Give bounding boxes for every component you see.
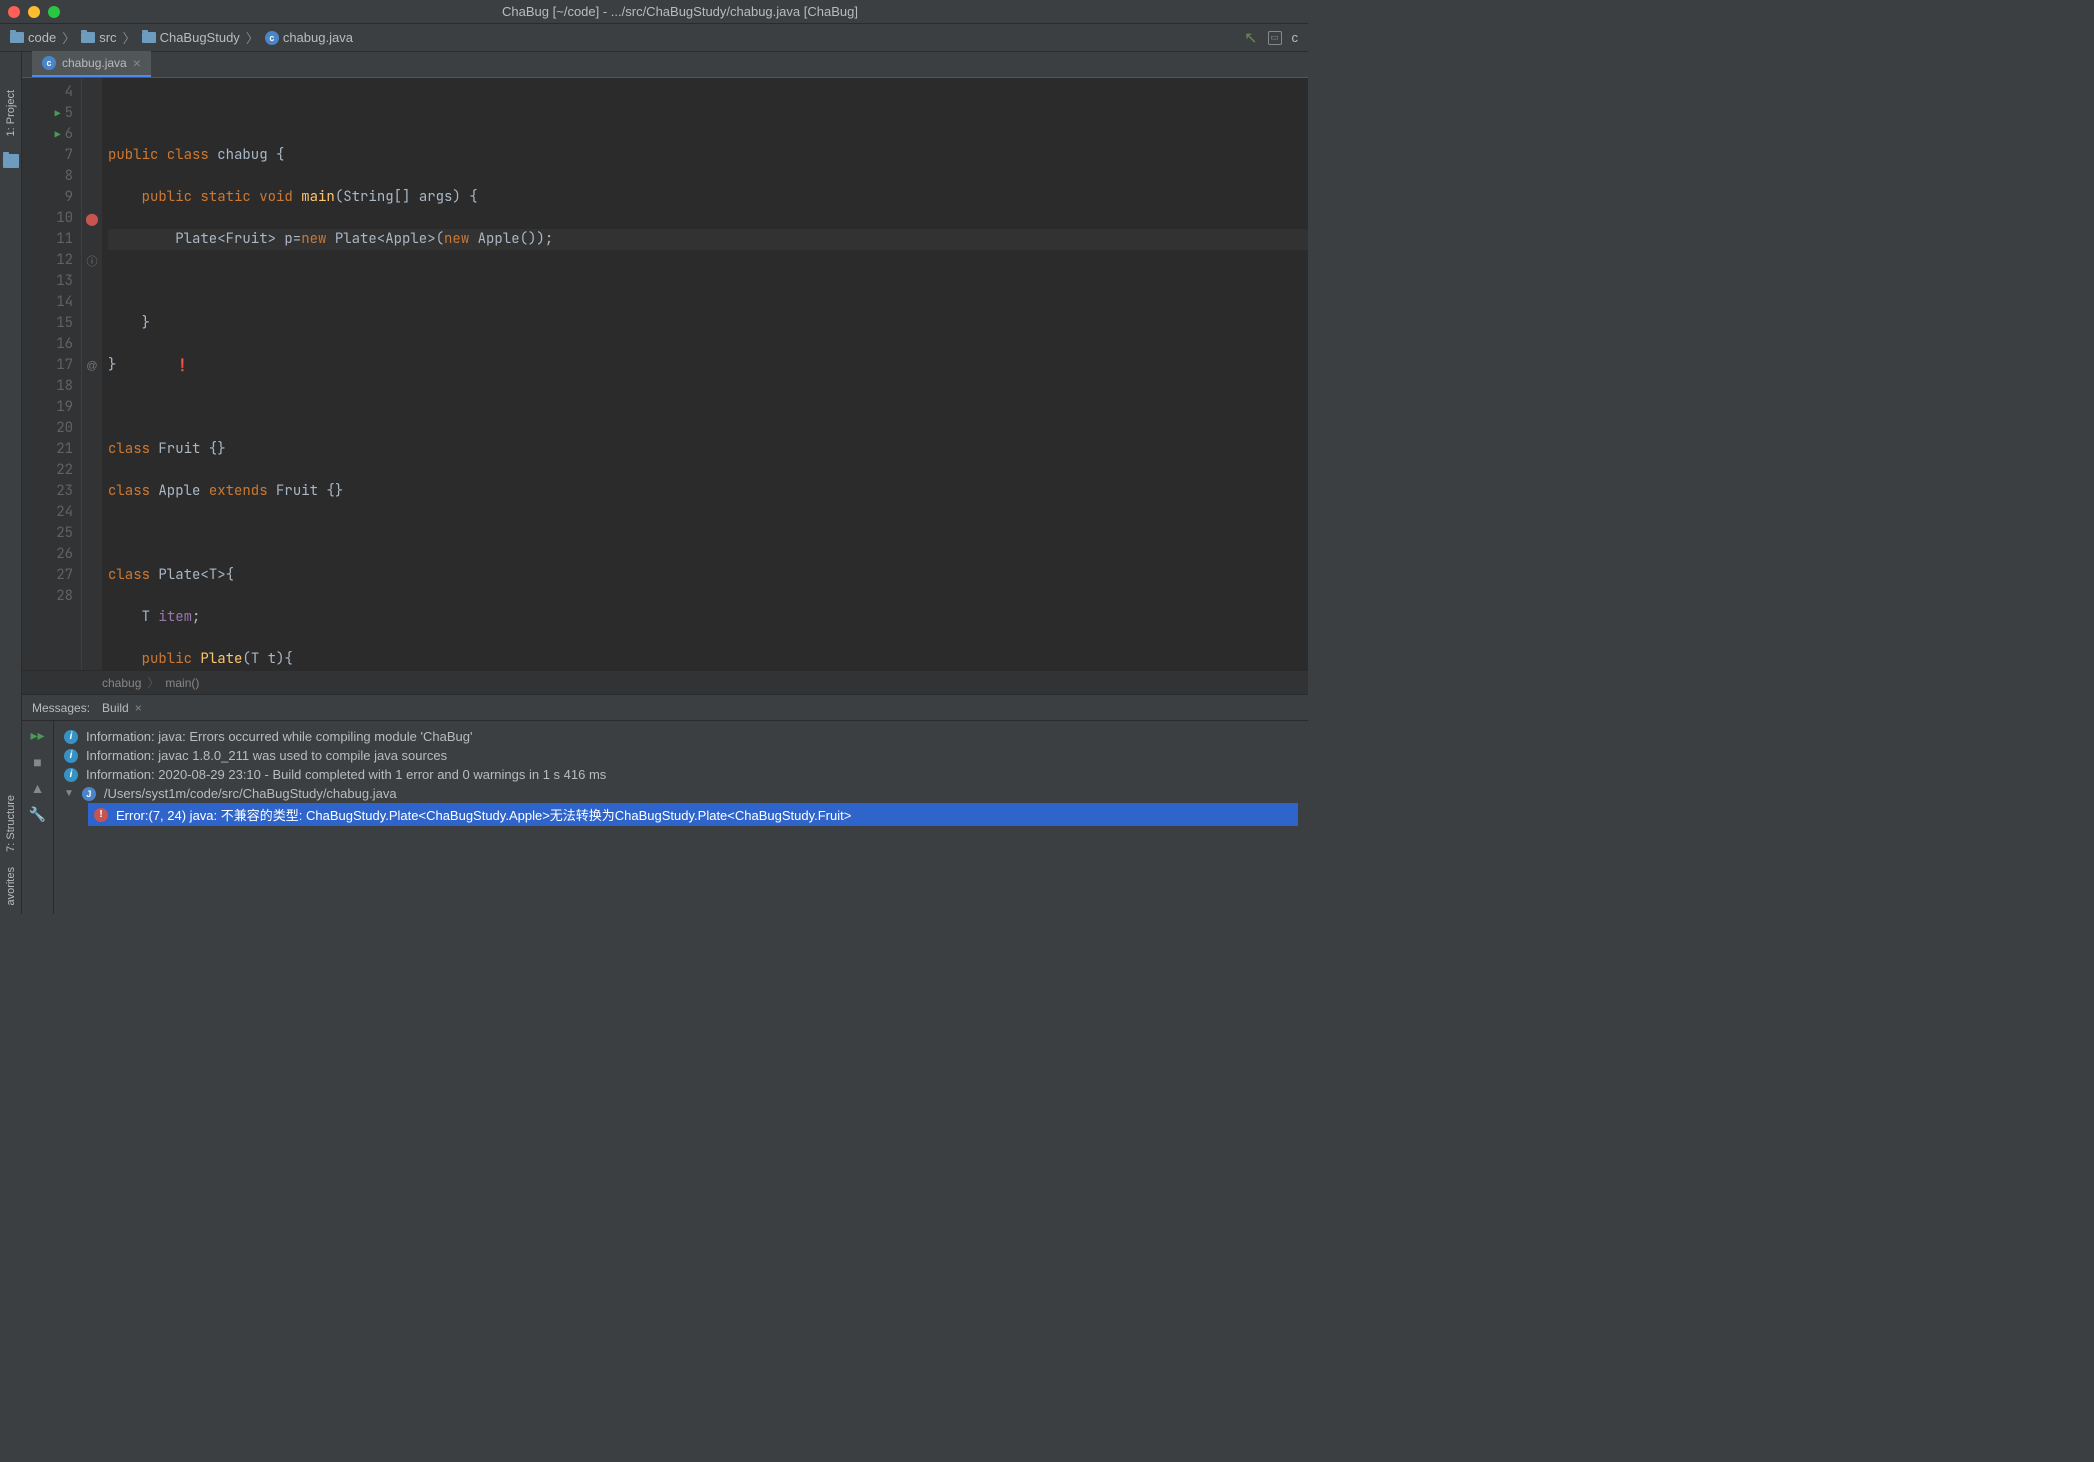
select-run-config-icon[interactable]: ▭ — [1268, 31, 1282, 45]
tool-window-favorites[interactable]: avorites — [5, 859, 17, 914]
chevron-right-icon: 〉 — [123, 28, 136, 47]
message-text: Information: javac 1.8.0_211 was used to… — [86, 748, 447, 763]
close-tab-icon[interactable]: × — [135, 701, 142, 715]
crumb-method[interactable]: main() — [165, 676, 199, 690]
message-text: Error:(7, 24) java: 不兼容的类型: ChaBugStudy.… — [116, 805, 851, 824]
messages-content[interactable]: i Information: java: Errors occurred whi… — [54, 721, 1308, 914]
maximize-window-icon[interactable] — [48, 6, 60, 18]
message-info[interactable]: i Information: 2020-08-29 23:10 - Build … — [64, 765, 1298, 784]
folder-icon — [10, 32, 24, 43]
rerun-icon[interactable]: ▸▸ — [30, 727, 44, 744]
breadcrumb-code[interactable]: code — [10, 30, 56, 45]
message-info[interactable]: i Information: javac 1.8.0_211 was used … — [64, 746, 1298, 765]
line-number-gutter: 4 ▶5 ▶6 7 8 9 10 11 12 13 14 15 16 17 18… — [22, 78, 82, 670]
settings-icon[interactable]: 🔧 — [29, 806, 46, 823]
tree-expand-icon[interactable]: ▼ — [64, 788, 74, 799]
crumb-class[interactable]: chabug — [102, 676, 141, 690]
chevron-right-icon: 〉 — [62, 28, 75, 47]
message-file-path: /Users/syst1m/code/src/ChaBugStudy/chabu… — [104, 786, 397, 801]
tool-window-project[interactable]: 1: Project — [5, 82, 17, 144]
messages-toolbar: ▸▸ ■ ▲ 🔧 — [22, 721, 54, 914]
breadcrumb-src[interactable]: src — [81, 30, 116, 45]
breadcrumb-label: chabug.java — [283, 30, 353, 45]
error-bulb-icon[interactable]: ❗ — [175, 357, 190, 373]
run-gutter-icon[interactable]: ▶ — [55, 103, 61, 124]
info-icon: i — [64, 730, 78, 744]
window-controls — [8, 6, 60, 18]
message-text: Information: 2020-08-29 23:10 - Build co… — [86, 767, 606, 782]
java-class-icon: c — [42, 56, 56, 70]
info-icon: i — [64, 768, 78, 782]
breadcrumb-chabugstudy[interactable]: ChaBugStudy — [142, 30, 240, 45]
project-icon[interactable] — [3, 154, 19, 168]
editor-breadcrumb[interactable]: chabug 〉 main() — [22, 670, 1308, 694]
code-area[interactable]: public class chabug { public static void… — [102, 78, 1308, 670]
title-bar: ChaBug [~/code] - .../src/ChaBugStudy/ch… — [0, 0, 1308, 24]
messages-tab-label: Build — [102, 701, 129, 715]
breadcrumb-label: src — [99, 30, 116, 45]
tool-window-structure[interactable]: 7: Structure — [5, 787, 17, 860]
messages-header: Messages: Build × — [22, 695, 1308, 721]
breadcrumb-label: code — [28, 30, 56, 45]
tab-chabug-java[interactable]: c chabug.java × — [32, 51, 151, 77]
messages-panel: Messages: Build × ▸▸ ■ ▲ 🔧 i Information… — [22, 694, 1308, 914]
chevron-right-icon: 〉 — [147, 674, 159, 691]
messages-title: Messages: — [32, 701, 90, 715]
navigation-bar: code 〉 src 〉 ChaBugStudy 〉 c chabug.java… — [0, 24, 1308, 52]
run-gutter-icon[interactable]: ▶ — [55, 124, 61, 145]
message-file-node[interactable]: ▼ J /Users/syst1m/code/src/ChaBugStudy/c… — [64, 784, 1298, 803]
window-title: ChaBug [~/code] - .../src/ChaBugStudy/ch… — [60, 4, 1300, 19]
minimize-window-icon[interactable] — [28, 6, 40, 18]
tab-label: chabug.java — [62, 56, 127, 70]
info-icon: i — [64, 749, 78, 763]
editor-tab-bar: c chabug.java × — [22, 52, 1308, 78]
error-bulb-icon[interactable]: ⬤ — [85, 212, 98, 226]
breadcrumb-file[interactable]: c chabug.java — [265, 30, 353, 45]
close-tab-icon[interactable]: × — [133, 55, 141, 71]
stop-icon[interactable]: ■ — [33, 754, 41, 770]
folder-icon — [81, 32, 95, 43]
code-editor[interactable]: 4 ▶5 ▶6 7 8 9 10 11 12 13 14 15 16 17 18… — [22, 78, 1308, 670]
chevron-right-icon: 〉 — [246, 28, 259, 47]
breadcrumb-label: ChaBugStudy — [160, 30, 240, 45]
build-icon[interactable]: ↖ — [1244, 28, 1257, 48]
filter-icon[interactable]: ▲ — [31, 780, 45, 796]
left-tool-rail: 1: Project 7: Structure avorites — [0, 52, 22, 914]
error-icon: ! — [94, 808, 108, 822]
folder-icon — [142, 32, 156, 43]
override-icon[interactable]: @ — [82, 355, 102, 376]
java-class-icon: c — [265, 31, 279, 45]
annotation-gutter: ⬤ ⓘ @ — [82, 78, 102, 670]
close-window-icon[interactable] — [8, 6, 20, 18]
implements-icon[interactable]: ⓘ — [82, 250, 102, 271]
java-file-icon: J — [82, 787, 96, 801]
message-info[interactable]: i Information: java: Errors occurred whi… — [64, 727, 1298, 746]
run-target-label: c — [1292, 30, 1299, 45]
message-text: Information: java: Errors occurred while… — [86, 729, 472, 744]
messages-tab-build[interactable]: Build × — [102, 701, 142, 715]
message-error[interactable]: ! Error:(7, 24) java: 不兼容的类型: ChaBugStud… — [88, 803, 1298, 826]
